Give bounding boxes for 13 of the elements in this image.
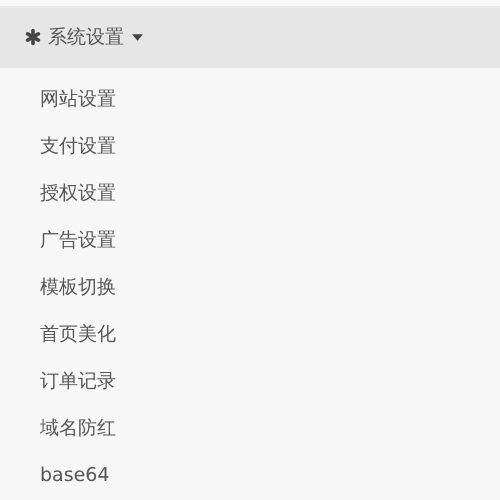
menu-item[interactable]: 网站设置: [0, 76, 116, 123]
menu-item[interactable]: 订单记录: [0, 358, 116, 405]
menu-item[interactable]: 广告设置: [0, 217, 116, 264]
menu-item[interactable]: 支付设置: [0, 123, 116, 170]
menu-header[interactable]: 系统设置: [0, 6, 500, 68]
menu-item[interactable]: base64: [0, 452, 110, 499]
menu-item[interactable]: 域名防红: [0, 405, 116, 452]
asterisk-icon: [24, 28, 42, 46]
menu-item[interactable]: 授权设置: [0, 170, 116, 217]
menu-title: 系统设置: [48, 25, 124, 50]
menu-item[interactable]: 首页美化: [0, 311, 116, 358]
caret-icon: [132, 34, 143, 40]
menu-item[interactable]: 模板切换: [0, 264, 116, 311]
